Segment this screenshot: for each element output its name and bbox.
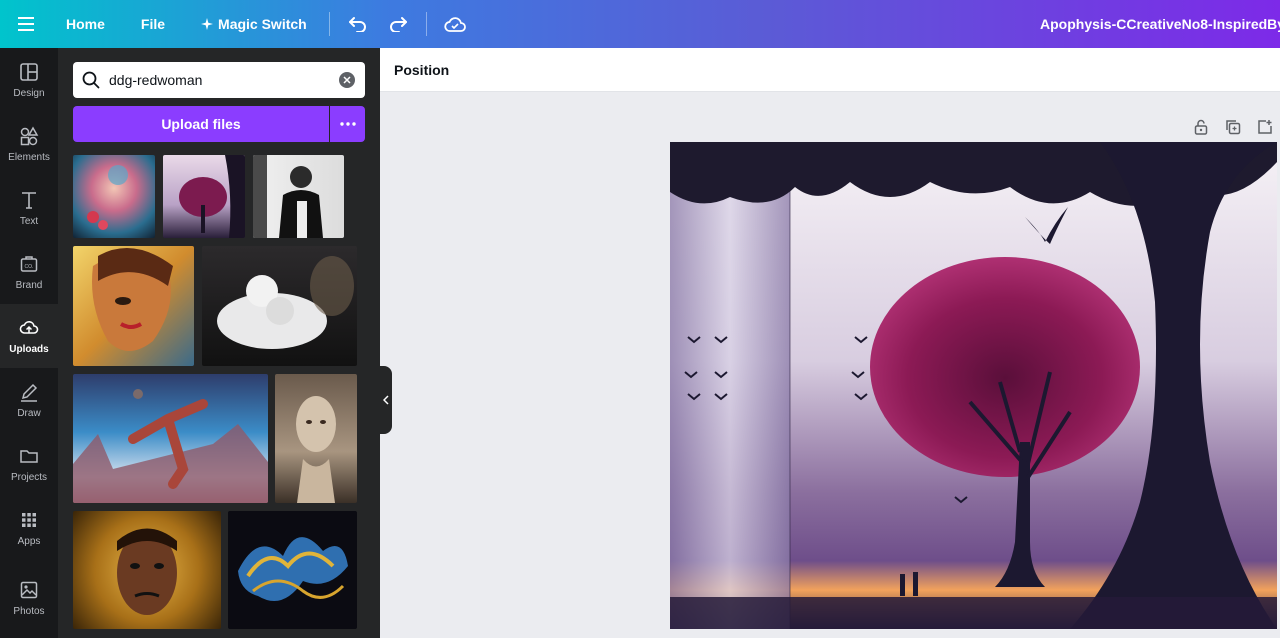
pen-icon (21, 383, 38, 402)
upload-thumbnail[interactable] (202, 246, 357, 366)
rail-item-draw[interactable]: Draw (0, 368, 58, 432)
context-toolbar: Position (380, 48, 1280, 92)
home-button[interactable]: Home (52, 0, 119, 48)
cloud-upload-icon (19, 320, 39, 334)
rail-label: Design (13, 87, 45, 99)
position-button[interactable]: Position (394, 62, 449, 78)
undo-icon (348, 17, 366, 32)
brand-icon: CO. (20, 255, 38, 272)
close-icon (343, 76, 351, 84)
add-page-icon (1258, 120, 1272, 134)
rail-item-brand[interactable]: CO. Brand (0, 240, 58, 304)
add-page-button[interactable] (1254, 116, 1276, 138)
clear-search-button[interactable] (339, 72, 355, 88)
document-title-text: Apophysis-CCreativeNo8-InspiredByNa (1040, 16, 1280, 32)
shapes-icon (20, 125, 39, 145)
hamburger-icon (18, 17, 34, 31)
search-input[interactable] (109, 72, 329, 88)
upload-thumbnail[interactable] (275, 374, 357, 503)
rail-item-photos[interactable]: Photos (0, 560, 58, 636)
svg-text:CO.: CO. (25, 264, 34, 270)
toolbar-divider (425, 12, 427, 36)
rail-label: Projects (10, 471, 48, 483)
cloud-sync-icon (444, 17, 466, 32)
rail-item-apps[interactable]: Apps (0, 496, 58, 560)
rail-label: Draw (17, 407, 41, 419)
search-icon (73, 62, 109, 98)
toolbar-divider (328, 12, 330, 36)
more-dots-icon (339, 122, 356, 126)
uploads-panel: Upload files (58, 48, 380, 638)
collapse-panel-button[interactable] (380, 366, 392, 434)
rail-item-elements[interactable]: Elements (0, 112, 58, 176)
upload-thumbnail[interactable] (228, 511, 357, 629)
magic-switch-label: Magic Switch (218, 16, 307, 32)
chevron-left-icon (383, 395, 389, 405)
lock-icon (1194, 119, 1208, 135)
lock-page-button[interactable] (1190, 116, 1212, 138)
magic-switch-button[interactable]: Magic Switch (179, 0, 321, 48)
canvas-artwork-image[interactable] (670, 142, 1277, 629)
upload-more-options-button[interactable] (330, 106, 365, 142)
redo-button[interactable] (378, 0, 418, 48)
undo-button[interactable] (338, 0, 378, 48)
rail-label: Photos (13, 605, 45, 617)
sparkle-icon (201, 18, 214, 30)
duplicate-page-button[interactable] (1222, 116, 1244, 138)
folder-icon (20, 449, 38, 463)
rail-item-text[interactable]: Text (0, 176, 58, 240)
rail-label: Apps (17, 535, 41, 547)
rail-item-design[interactable]: Design (0, 48, 58, 112)
upload-files-button[interactable]: Upload files (73, 106, 329, 142)
text-icon (22, 191, 36, 209)
top-toolbar: Home File Magic Switch Apophysis-CCreati… (0, 0, 1280, 48)
apps-grid-icon (22, 512, 36, 527)
search-box[interactable] (73, 62, 365, 98)
artwork-scene (670, 142, 1277, 629)
upload-thumbnail[interactable] (73, 374, 268, 503)
rail-item-uploads[interactable]: Uploads (0, 304, 58, 368)
upload-thumbnail[interactable] (73, 246, 194, 366)
rail-label: Brand (15, 279, 43, 291)
file-menu-button[interactable]: File (119, 0, 179, 48)
duplicate-icon (1226, 120, 1241, 135)
upload-thumbnail[interactable] (253, 155, 344, 238)
document-title[interactable]: Apophysis-CCreativeNo8-InspiredByNa (1040, 0, 1280, 48)
rail-label: Uploads (9, 343, 49, 355)
main-menu-button[interactable] (0, 0, 52, 48)
cloud-sync-button[interactable] (435, 0, 475, 48)
left-nav-rail: Design Elements Text CO. Brand Uploads D… (0, 48, 58, 638)
upload-thumbnail[interactable] (73, 155, 155, 238)
upload-thumbnail[interactable] (163, 155, 245, 238)
rail-label: Text (19, 215, 39, 227)
upload-thumbnail[interactable] (73, 511, 221, 629)
page-tools (1190, 116, 1276, 136)
rail-label: Elements (8, 151, 50, 163)
redo-icon (389, 17, 407, 32)
layout-icon (20, 62, 38, 81)
photo-icon (20, 581, 38, 598)
rail-item-projects[interactable]: Projects (0, 432, 58, 496)
